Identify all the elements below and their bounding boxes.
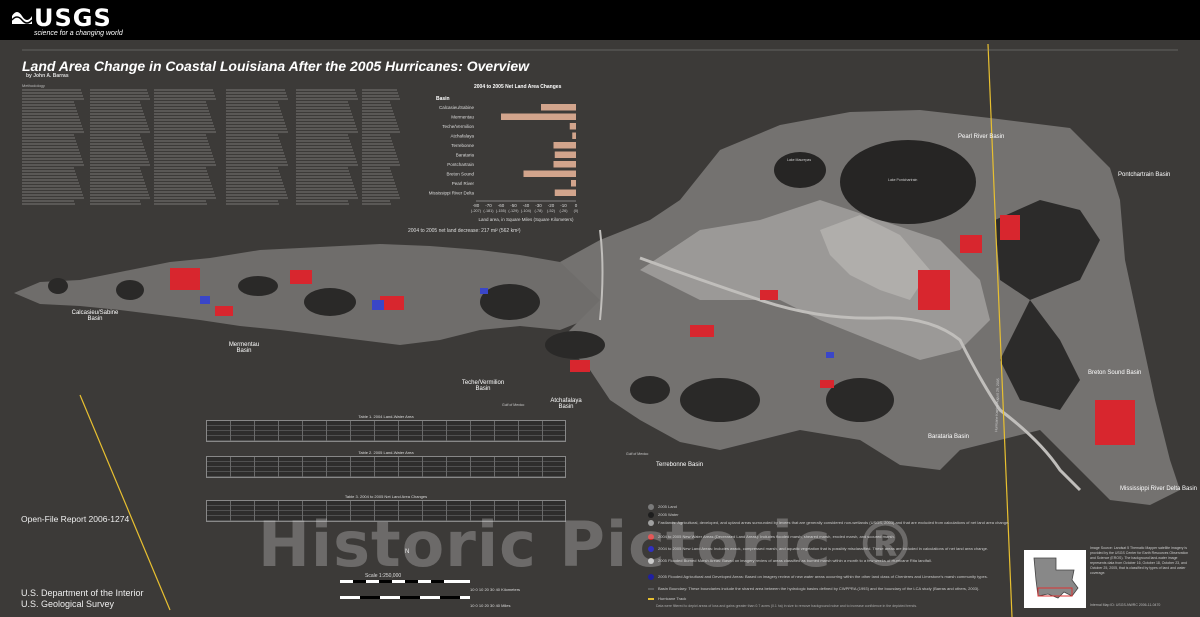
label-lake-maurepas: Lake Maurepas [787,158,812,162]
chart-category-label: Calcasieu/Sabine [439,105,475,110]
legend-swatch-icon [648,588,654,590]
legend-swatch-icon [648,598,654,600]
chart-tick-label: -30 [535,203,542,208]
chart-category-label: Mississippi River Delta [429,191,475,196]
chart-category-label: Atchafalaya [450,134,474,139]
label-gulf-2: Gulf of Mexico [626,452,649,456]
table-2004-title: Table 1. 2004 Land-Water Area [358,414,414,419]
chart-tick-label-km: (-207) [471,209,482,213]
chart-category-label: Terrebonne [451,143,474,148]
chart-tick-label: -40 [523,203,530,208]
hurricane-track-rita [79,394,171,611]
chart-bar [553,161,576,168]
scale-bar [340,580,470,599]
chart-bar [571,180,576,187]
chart-category-label: Teche/Vermilion [442,124,474,129]
label-pontchartrain: Pontchartrain Basin [1118,172,1171,178]
label-teche: Teche/Vermilion Basin [461,380,505,392]
legend-text: Basin Boundary: These boundaries include… [658,586,980,591]
terrebonne-bay [680,378,760,422]
louisiana-inset-map [1024,550,1086,608]
chart-category-label: Mermentau [451,115,474,120]
atchafalaya-bay [545,331,605,359]
chart-bar [554,189,576,196]
chart-tick-label-km: (-26) [559,209,568,213]
net-land-change-chart: 2004 to 2005 Net Land Area Changes Basin… [404,80,580,240]
chart-tick-label-km: (0) [574,209,579,213]
grand-lake [238,276,278,296]
table-2005-grid [206,456,566,478]
chart-bar [541,104,576,111]
table-2004-grid [206,420,566,442]
chart-category-label: Pearl River [452,181,475,186]
chart-tick-label-km: (-181) [483,209,494,213]
chart-tick-label: -10 [560,203,567,208]
label-atchafalaya: Atchafalaya Basin [550,398,582,410]
label-lake-pontchartrain: Lake Pontchartrain [888,178,918,182]
louisiana-outline-icon [1033,557,1079,599]
internal-map-id: Internal Map ID: USGS-NWRC 2006-11-0470 [1090,603,1161,607]
table-2005: Table 2. 2005 Land-Water Area [206,450,566,478]
calcasieu-lake [116,280,144,300]
dept-of-interior: U.S. Department of the Interior [21,588,144,598]
chart-category-label: Breton Sound [446,172,474,177]
scale-km-label: 10 0 10 20 30 40 Kilometers [470,587,521,592]
chart-tick-label: -50 [510,203,517,208]
chart-subtitle: 2004 to 2005 net land decrease: 217 mi² … [408,228,521,234]
label-barataria: Barataria Basin [928,434,970,440]
timbalier-bay [630,376,670,404]
table-2005-title: Table 2. 2005 Land-Water Area [358,450,414,455]
chart-category-label: Barataria [456,153,475,158]
image-source: Image Source: Landsat 5 Thematic Mapper … [1090,546,1189,575]
chart-tick-label: 0 [575,203,578,208]
lake-pontchartrain [840,140,976,224]
table-2004: Table 1. 2004 Land-Water Area [206,414,566,442]
chart-tick-label: -70 [485,203,492,208]
chart-tick-label-km: (-52) [547,209,556,213]
scale-mi-label: 10 0 10 20 30 40 Miles [470,603,511,608]
chart-bar [554,151,576,158]
watermark: Historic Pictoric ® [258,508,918,581]
sabine-lake [48,278,68,294]
agency-block: U.S. Department of the Interior U.S. Geo… [21,588,144,610]
white-lake [304,288,356,316]
chart-x-label: Land area, in Square Miles (Square Kilom… [478,217,574,222]
data-note: Data were filtered to depict areas of lo… [656,604,918,608]
chart-bar [501,113,576,120]
chart-tick-label: -80 [473,203,480,208]
barataria-bay [826,378,894,422]
open-file-report: Open-File Report 2006-1274 [21,514,130,524]
geological-survey: U.S. Geological Survey [21,599,115,609]
chart-bar [572,132,576,139]
label-gulf-1: Gulf of Mexico [502,403,525,407]
label-mermentau: Mermentau Basin [228,342,260,354]
label-breton: Breton Sound Basin [1088,370,1142,376]
label-pearl: Pearl River Basin [958,134,1005,140]
label-terrebonne: Terrebonne Basin [656,462,704,468]
chart-bar [553,142,576,149]
label-calcasieu: Calcasieu/Sabine Basin [71,310,119,322]
legend-text: Hurricane Track [658,596,687,601]
chart-bar [523,170,576,177]
chart-bar [569,123,576,130]
chart-tick-label-km: (-155) [496,209,507,213]
chart-tick-label: -60 [498,203,505,208]
chart-category-label: Pontchartrain [447,162,474,167]
label-delta: Mississippi River Delta Basin [1120,486,1198,492]
table-change-title: Table 3. 2004 to 2005 Net Land Area Chan… [344,494,428,499]
chart-tick-label-km: (-129) [508,209,519,213]
chart-tick-label-km: (-104) [521,209,532,213]
chart-tick-label-km: (-78) [534,209,543,213]
chart-plot: Basin Calcasieu/Sabine Mermentau Teche/Verm… [429,96,579,222]
chart-legend-title: Basin [436,96,450,102]
chart-tick-label: -20 [548,203,555,208]
vermilion-bay [480,284,540,320]
